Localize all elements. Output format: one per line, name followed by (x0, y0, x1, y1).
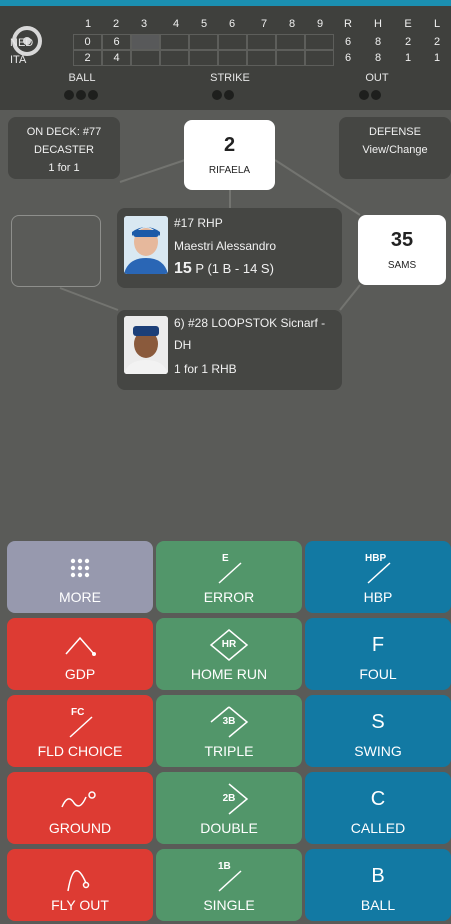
ground-label: GROUND (48, 820, 112, 836)
fc-tag: FC (71, 707, 85, 718)
first-base-name: SAMS (387, 260, 417, 271)
triple-tag: 3B (222, 716, 236, 727)
defense-title: DEFENSE (369, 126, 421, 138)
called-tag: C (370, 787, 386, 810)
foul-label: FOUL (359, 666, 397, 682)
error-icon: E (156, 551, 302, 585)
triple-icon: 3B (156, 705, 302, 739)
gdp-label: GDP (64, 666, 96, 682)
batter-stats: 1 for 1 RHB (174, 362, 237, 376)
gdp-button[interactable]: GDP (7, 618, 153, 690)
first-base-number: 35 (390, 229, 414, 251)
pitcher-avatar (124, 216, 168, 274)
double-icon: 2B (156, 782, 302, 816)
double-tag: 2B (222, 793, 236, 804)
error-label: ERROR (203, 589, 255, 605)
on-deck-name: DECASTER (34, 144, 94, 156)
triple-button[interactable]: 3B TRIPLE (156, 695, 302, 767)
called-button[interactable]: C CALLED (305, 772, 451, 844)
called-label: CALLED (350, 820, 406, 836)
single-button[interactable]: 1B SINGLE (156, 849, 302, 921)
ball-button[interactable]: B BALL (305, 849, 451, 921)
on-deck-panel[interactable]: ON DECK: #77 DECASTER 1 for 1 (8, 117, 120, 179)
batter-avatar (124, 316, 168, 374)
on-deck-stats: 1 for 1 (48, 162, 80, 174)
hbp-icon: HBP (305, 551, 451, 585)
pitch-count-line: 15 P (1 B - 14 S) (174, 260, 274, 278)
more-label: MORE (59, 589, 101, 605)
fly-out-button[interactable]: FLY OUT (7, 849, 153, 921)
fc-icon: FC (7, 705, 153, 739)
error-tag: E (222, 553, 229, 564)
single-label: SINGLE (203, 897, 255, 913)
ground-button[interactable]: GROUND (7, 772, 153, 844)
ball-label: BALL (360, 897, 396, 913)
single-icon: 1B (156, 859, 302, 893)
pitch-count: 15 (174, 260, 192, 277)
double-button[interactable]: 2B DOUBLE (156, 772, 302, 844)
foul-tag: F (371, 633, 385, 656)
home-run-label: HOME RUN (190, 666, 268, 682)
batter-position: DH (174, 338, 192, 352)
third-base-empty[interactable] (11, 215, 101, 287)
fielders-choice-label: FLD CHOICE (37, 743, 123, 759)
pitch-count-detail: P (1 B - 14 S) (195, 261, 274, 276)
fly-ball-icon (7, 859, 153, 893)
batter-card[interactable]: 6) #28 LOOPSTOK Sicnarf - DH 1 for 1 RHB (117, 310, 342, 390)
second-base-name: RIFAELA (208, 165, 251, 176)
more-button[interactable]: MORE (7, 541, 153, 613)
hbp-button[interactable]: HBP HBP (305, 541, 451, 613)
double-label: DOUBLE (200, 820, 258, 836)
foul-button[interactable]: F FOUL (305, 618, 451, 690)
gdp-icon (7, 628, 153, 662)
hbp-label: HBP (363, 589, 393, 605)
single-tag: 1B (218, 861, 231, 872)
batter-photo-icon (124, 316, 168, 374)
fielders-choice-button[interactable]: FC FLD CHOICE (7, 695, 153, 767)
pitcher-photo-icon (124, 216, 168, 274)
ball-tag: B (371, 864, 385, 887)
ground-ball-icon (7, 782, 153, 816)
defense-action: View/Change (362, 144, 428, 156)
batter-lineup: 6) #28 LOOPSTOK Sicnarf - (174, 316, 326, 330)
pitcher-card[interactable]: #17 RHP Maestri Alessandro 15 P (1 B - 1… (117, 208, 342, 288)
diamond-hr-icon: HR (156, 628, 302, 662)
fly-out-label: FLY OUT (51, 897, 109, 913)
triple-label: TRIPLE (204, 743, 254, 759)
home-run-tag: HR (221, 639, 237, 650)
second-base-number: 2 (223, 134, 236, 156)
on-deck-title: ON DECK: #77 (26, 126, 102, 138)
grid-dots-icon (7, 551, 153, 585)
defense-button[interactable]: DEFENSE View/Change (339, 117, 451, 179)
error-button[interactable]: E ERROR (156, 541, 302, 613)
pitcher-name: Maestri Alessandro (174, 239, 277, 253)
hbp-tag: HBP (365, 553, 387, 564)
pitcher-number: #17 RHP (174, 216, 223, 230)
swing-tag: S (371, 710, 385, 733)
swing-button[interactable]: S SWING (305, 695, 451, 767)
home-run-button[interactable]: HR HOME RUN (156, 618, 302, 690)
swing-label: SWING (354, 743, 402, 759)
second-base-fielder[interactable]: 2 RIFAELA (184, 120, 275, 190)
first-base-fielder[interactable]: 35 SAMS (358, 215, 446, 285)
